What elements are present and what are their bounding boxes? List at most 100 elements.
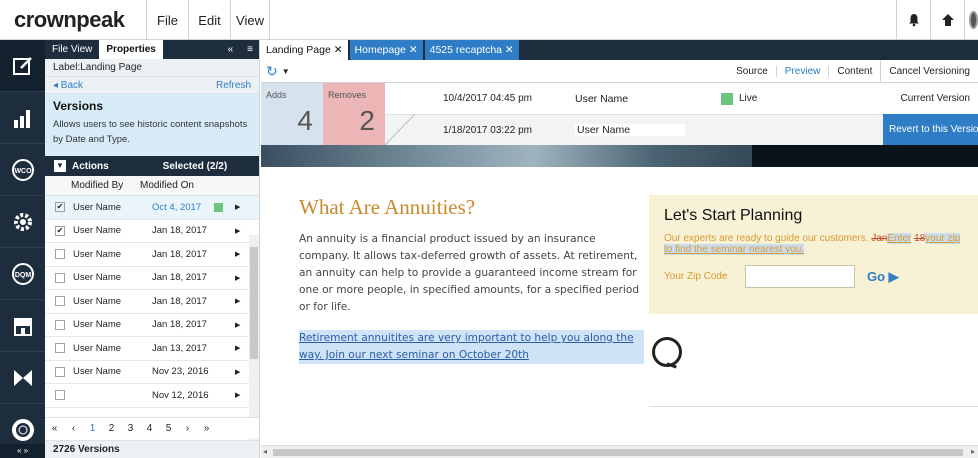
tab-recaptcha[interactable]: 4525 recaptcha ✕ — [424, 40, 519, 60]
row-expand-icon[interactable]: ▶ — [235, 274, 240, 282]
version-user: User Name — [73, 201, 122, 213]
cancel-versioning-button[interactable]: Cancel Versioning — [880, 60, 978, 83]
seminar-link[interactable]: Retirement annuitites are very important… — [299, 330, 644, 364]
row-expand-icon[interactable]: ▶ — [235, 321, 240, 329]
preview-mode[interactable]: Preview — [777, 66, 830, 77]
row-expand-icon[interactable]: ▶ — [235, 250, 240, 258]
version-row[interactable]: User Name Jan 18, 2017 ▶ — [45, 290, 259, 314]
preview-horizontal-scrollbar[interactable]: ◂ ▸ — [261, 445, 978, 458]
lifebuoy-icon — [11, 419, 34, 441]
panel-menu-icon[interactable]: ≡ — [247, 44, 253, 55]
version-row[interactable]: User Name Jan 18, 2017 ▶ — [45, 267, 259, 290]
source-mode[interactable]: Source — [728, 66, 777, 77]
zip-label: Your Zip Code — [664, 271, 728, 282]
version-row[interactable]: User Name Jan 18, 2017 ▶ — [45, 243, 259, 267]
version-row[interactable]: User Name Jan 18, 2017 ▶ — [45, 314, 259, 337]
edit-menu[interactable]: Edit — [188, 0, 230, 40]
current-version-user: User Name — [575, 92, 629, 105]
file-menu[interactable]: File — [146, 0, 188, 40]
notifications-bell-icon[interactable] — [896, 0, 930, 40]
rail-edit-item[interactable] — [0, 40, 45, 92]
rail-wco-item[interactable]: WCO — [0, 144, 45, 196]
tab-file-view[interactable]: File View — [45, 40, 99, 59]
user-avatar[interactable] — [964, 0, 978, 40]
col-modified-by[interactable]: Modified By — [45, 180, 140, 191]
version-checkbox[interactable] — [55, 319, 65, 330]
last-page-button[interactable]: » — [197, 423, 216, 434]
edit-pencil-icon — [12, 56, 32, 75]
actions-label[interactable]: Actions — [72, 161, 109, 172]
reload-icon[interactable]: ↻ — [266, 63, 278, 80]
reload-dropdown-icon[interactable]: ▼ — [282, 67, 290, 76]
version-checkbox[interactable] — [55, 296, 65, 307]
actions-dropdown-icon[interactable]: ▼ — [54, 160, 66, 172]
bar-chart-icon — [13, 109, 30, 128]
row-expand-icon[interactable]: ▶ — [235, 368, 240, 376]
removes-count: 2 — [359, 105, 375, 136]
prev-page-button[interactable]: ‹ — [64, 423, 83, 434]
rail-dqm-item[interactable]: DQM — [0, 248, 45, 300]
planning-title: Let's Start Planning — [664, 207, 803, 224]
back-link[interactable]: ◂ Back — [53, 77, 83, 93]
rail-connect-item[interactable] — [0, 352, 45, 404]
crownpeak-logo[interactable]: crownpeak — [0, 0, 146, 40]
revert-version-button[interactable]: Revert to this Version — [883, 114, 978, 145]
version-checkbox[interactable]: ✔ — [55, 225, 65, 236]
collapse-panel-icon[interactable]: « — [228, 44, 234, 55]
tab-properties[interactable]: Properties — [99, 40, 163, 59]
versions-description: Allows users to see historic content sna… — [53, 119, 248, 145]
rail-store-item[interactable] — [0, 300, 45, 352]
current-version-row[interactable]: 10/4/2017 04:45 pm User Name Live Curren… — [385, 83, 978, 114]
page-4[interactable]: 4 — [140, 423, 159, 434]
panel-nav-row: ◂ Back Refresh — [45, 77, 259, 94]
tab-landing-page[interactable]: Landing Page ✕ — [261, 40, 348, 60]
version-row[interactable]: Nov 12, 2016 ▶ — [45, 384, 259, 408]
page-3[interactable]: 3 — [121, 423, 140, 434]
col-modified-on[interactable]: Modified On — [140, 180, 194, 191]
refresh-link[interactable]: Refresh — [216, 77, 251, 93]
page-1[interactable]: 1 — [83, 423, 102, 434]
removes-label: Removes — [328, 90, 367, 100]
version-checkbox[interactable] — [55, 249, 65, 260]
version-checkbox[interactable] — [55, 366, 65, 377]
row-expand-icon[interactable]: ▶ — [235, 297, 240, 305]
version-date: Jan 18, 2017 — [152, 272, 207, 284]
removed-text-2: 18 — [914, 233, 926, 244]
bowtie-icon — [13, 369, 32, 386]
row-expand-icon[interactable]: ▶ — [235, 227, 240, 235]
go-button[interactable]: Go ▶ — [867, 269, 899, 285]
current-version-time: 10/4/2017 04:45 pm — [443, 93, 532, 104]
version-row[interactable]: ✔ User Name Jan 18, 2017 ▶ — [45, 220, 259, 243]
publish-rocket-icon[interactable] — [930, 0, 964, 40]
version-checkbox[interactable]: ✔ — [55, 202, 65, 213]
page-5[interactable]: 5 — [159, 423, 178, 434]
first-page-button[interactable]: « — [45, 423, 64, 434]
page-2[interactable]: 2 — [102, 423, 121, 434]
version-date: Jan 18, 2017 — [152, 248, 207, 260]
rail-reports-item[interactable] — [0, 92, 45, 144]
version-row[interactable]: User Name Jan 13, 2017 ▶ — [45, 337, 259, 361]
rail-collapse-toggle[interactable]: « » — [0, 444, 45, 458]
preview-toolbar: ↻ ▼ Source Preview Content Cancel Versio… — [261, 60, 978, 83]
live-indicator — [214, 202, 223, 212]
row-expand-icon[interactable]: ▶ — [235, 344, 240, 352]
selected-count: Selected (2/2) — [162, 160, 228, 172]
version-user: User Name — [73, 272, 122, 284]
content-mode[interactable]: Content — [829, 66, 880, 77]
version-row[interactable]: ✔ User Name Oct 4, 2017 ▶ — [45, 196, 259, 220]
rail-settings-item[interactable] — [0, 196, 45, 248]
tab-homepage[interactable]: Homepage ✕ — [349, 40, 423, 60]
row-expand-icon[interactable]: ▶ — [235, 391, 240, 399]
version-checkbox[interactable] — [55, 272, 65, 283]
version-row[interactable]: User Name Nov 23, 2016 ▶ — [45, 361, 259, 384]
versions-title: Versions — [53, 99, 104, 113]
zip-code-input[interactable] — [745, 265, 855, 288]
view-menu[interactable]: View — [230, 0, 270, 40]
panel-tools: « ≡ — [228, 44, 259, 55]
version-date: Nov 12, 2016 — [152, 389, 209, 401]
next-page-button[interactable]: › — [178, 423, 197, 434]
compared-version-user: User Name — [575, 124, 685, 136]
row-expand-icon[interactable]: ▶ — [235, 203, 240, 211]
version-checkbox[interactable] — [55, 390, 65, 401]
version-checkbox[interactable] — [55, 343, 65, 354]
